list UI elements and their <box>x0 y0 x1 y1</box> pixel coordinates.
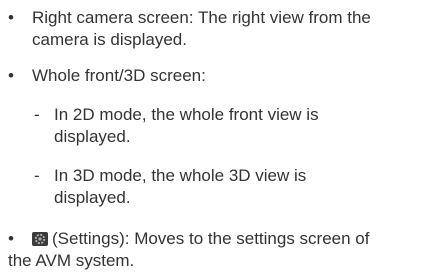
bullet-marker: • <box>8 66 14 85</box>
bullet-marker: • <box>8 8 14 27</box>
sub-item-3d-mode-text: In 3D mode, the whole 3D view is display… <box>54 166 307 207</box>
settings-gear-icon <box>32 232 48 246</box>
bullet-settings-text: (Settings): Moves to the settings screen… <box>52 229 370 248</box>
bullet-settings: • (Settings): Moves to the settings scre… <box>8 228 418 272</box>
bullet-settings-continuation: the AVM system. <box>8 251 135 270</box>
bullet-right-camera-text: Right camera screen: The right view from… <box>32 8 371 49</box>
bullet-whole-front: • Whole front/3D screen: <box>8 65 418 87</box>
sub-item-2d-mode: - In 2D mode, the whole front view is di… <box>34 104 424 148</box>
sub-item-marker: - <box>34 166 40 185</box>
bullet-settings-line: (Settings): Moves to the settings screen… <box>32 228 418 250</box>
sub-item-2d-mode-text: In 2D mode, the whole front view is disp… <box>54 105 319 146</box>
bullet-marker: • <box>8 229 14 248</box>
bullet-right-camera: • Right camera screen: The right view fr… <box>8 7 418 51</box>
bullet-whole-front-text: Whole front/3D screen: <box>32 66 206 85</box>
sub-item-3d-mode: - In 3D mode, the whole 3D view is displ… <box>34 165 424 209</box>
manual-page: • Right camera screen: The right view fr… <box>0 0 425 279</box>
sub-item-marker: - <box>34 105 40 124</box>
